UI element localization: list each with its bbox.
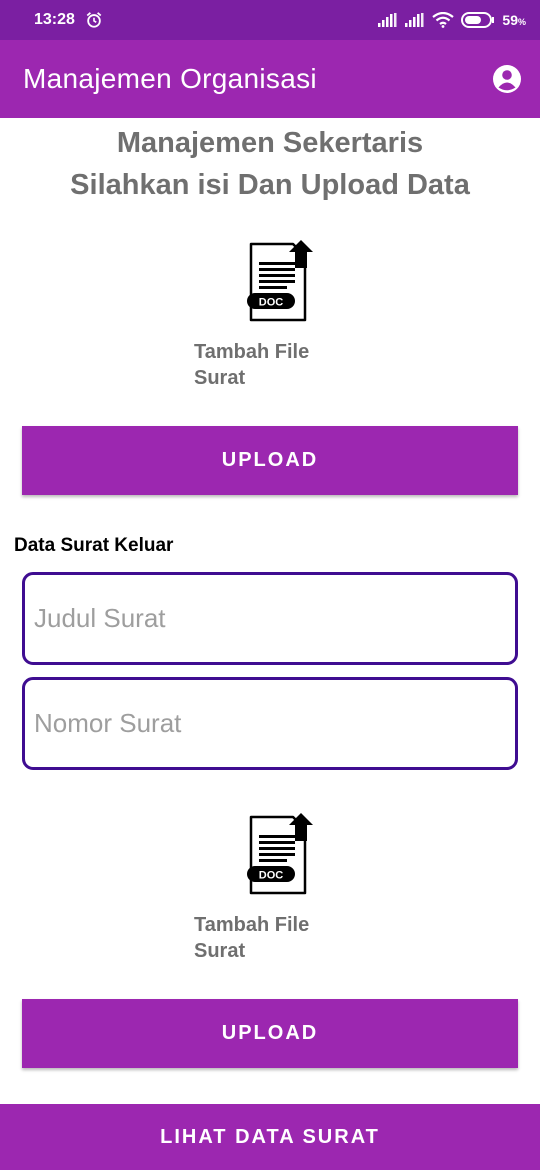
doc-tag-label: DOC: [259, 297, 284, 309]
heading-line-2: Silahkan isi Dan Upload Data: [70, 169, 470, 201]
wifi-icon: [432, 12, 455, 28]
status-indicators: 59%: [378, 12, 526, 28]
doc-tag-label: DOC: [259, 870, 284, 882]
app-title: Manajemen Organisasi: [23, 63, 317, 94]
add-file-label-line-1: Tambah File: [194, 914, 310, 936]
doc-upload-icon[interactable]: DOC: [245, 811, 315, 895]
app-bar: Manajemen Organisasi: [0, 40, 540, 118]
nomor-surat-input[interactable]: [22, 677, 518, 770]
add-file-label: Tambah File Surat: [194, 339, 354, 391]
add-file-label: Tambah File Surat: [194, 912, 354, 964]
heading-line-1: Manajemen Sekertaris: [116, 127, 424, 159]
signal-icon: [378, 13, 397, 27]
add-file-label-line-2: Surat: [194, 940, 246, 962]
upload-button-2[interactable]: UPLOAD: [22, 999, 518, 1068]
alarm-icon: [86, 12, 102, 28]
upload-button[interactable]: UPLOAD: [22, 426, 518, 495]
status-bar: 13:28 59%: [0, 0, 540, 40]
view-letters-button[interactable]: LIHAT DATA SURAT: [0, 1104, 540, 1170]
add-file-label-line-2: Surat: [194, 367, 246, 389]
battery-level: 59%: [502, 12, 526, 28]
judul-surat-input[interactable]: [22, 572, 518, 665]
doc-upload-icon[interactable]: DOC: [245, 238, 315, 322]
battery-icon: [461, 12, 495, 28]
page-heading: Manajemen Sekertaris Silahkan isi Dan Up…: [0, 122, 540, 206]
section-label-surat-keluar: Data Surat Keluar: [14, 535, 174, 556]
status-time: 13:28: [34, 11, 75, 28]
signal-icon-2: [405, 13, 424, 27]
account-circle-icon[interactable]: [492, 64, 522, 94]
add-file-label-line-1: Tambah File: [194, 341, 310, 363]
